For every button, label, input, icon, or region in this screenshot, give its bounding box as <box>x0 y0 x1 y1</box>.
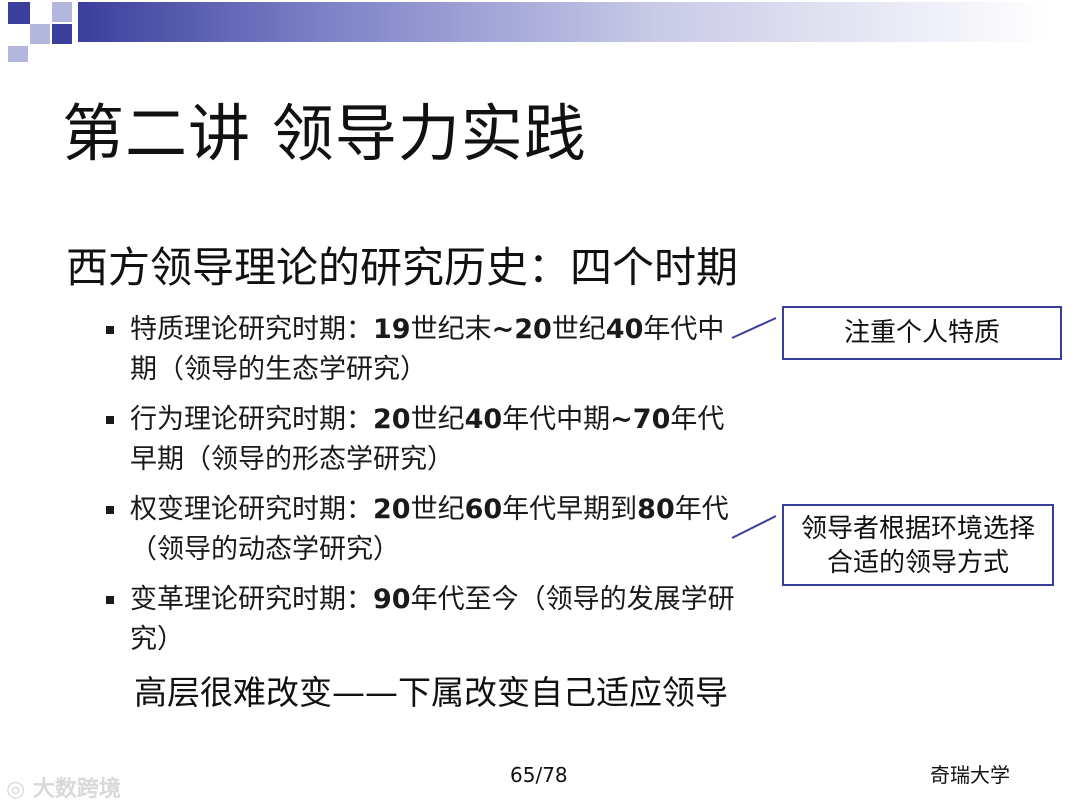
watermark-label: 大数跨境 <box>32 777 121 802</box>
header-square-decoration <box>52 24 72 44</box>
period-number: ~20 <box>491 314 552 345</box>
period-text: 世纪 <box>410 404 465 435</box>
callout-2-line-1: 领导者根据环境选择 <box>800 514 1035 544</box>
period-number: 80 <box>637 494 675 525</box>
period-text: 变革理论研究时期： <box>130 584 373 615</box>
header-square-decoration <box>8 46 28 62</box>
period-number: 19 <box>373 314 411 345</box>
footer-organization: 奇瑞大学 <box>930 763 1010 787</box>
period-number: 40 <box>464 404 503 435</box>
period-text: 世纪 <box>410 494 465 525</box>
period-number: 60 <box>464 494 503 525</box>
slide-subtitle: 西方领导理论的研究历史：四个时期 <box>66 243 739 292</box>
slide: 第二讲 领导力实践 西方领导理论的研究历史：四个时期 特质理论研究时期：19世纪… <box>0 0 1080 810</box>
period-text: 行为理论研究时期： <box>130 404 373 435</box>
period-number: 20 <box>373 494 411 525</box>
page-number: 65/78 <box>510 763 568 787</box>
callout-situational-leadership: 领导者根据环境选择 合适的领导方式 <box>782 504 1054 586</box>
period-number: ~70 <box>610 404 671 435</box>
period-item: 特质理论研究时期：19世纪末~20世纪40年代中期（领导的生态学研究） <box>104 310 744 390</box>
period-item: 行为理论研究时期：20世纪40年代中期~70年代早期（领导的形态学研究） <box>104 400 744 480</box>
period-text: 世纪末 <box>410 314 492 345</box>
period-number: 90 <box>373 584 411 615</box>
period-number: 20 <box>373 404 411 435</box>
period-list: 特质理论研究时期：19世纪末~20世纪40年代中期（领导的生态学研究） 行为理论研… <box>104 310 744 670</box>
header-square-decoration <box>52 2 72 22</box>
slide-title: 第二讲 领导力实践 <box>62 97 587 170</box>
conclusion-text: 高层很难改变——下属改变自己适应领导 <box>134 673 728 712</box>
header-square-decoration <box>30 24 50 44</box>
period-item: 权变理论研究时期：20世纪60年代早期到80年代（领导的动态学研究） <box>104 490 744 570</box>
period-text: 年代早期到 <box>502 494 638 525</box>
callout-2-line-2: 合适的领导方式 <box>826 548 1009 578</box>
watermark-logo-icon: ◎ <box>6 777 26 802</box>
watermark-text: ◎ 大数跨境 <box>6 776 121 804</box>
callout-personal-traits: 注重个人特质 <box>782 306 1062 360</box>
header-square-decoration <box>8 2 30 24</box>
period-number: 40 <box>605 314 644 345</box>
period-text: 年代中期 <box>502 404 611 435</box>
header-gradient-band <box>78 2 1048 42</box>
period-text: 权变理论研究时期： <box>130 494 373 525</box>
period-text: 世纪 <box>551 314 606 345</box>
period-item: 变革理论研究时期：90年代至今（领导的发展学研究） <box>104 580 744 660</box>
callout-1-text: 注重个人特质 <box>843 318 1000 348</box>
period-text: 特质理论研究时期： <box>130 314 373 345</box>
